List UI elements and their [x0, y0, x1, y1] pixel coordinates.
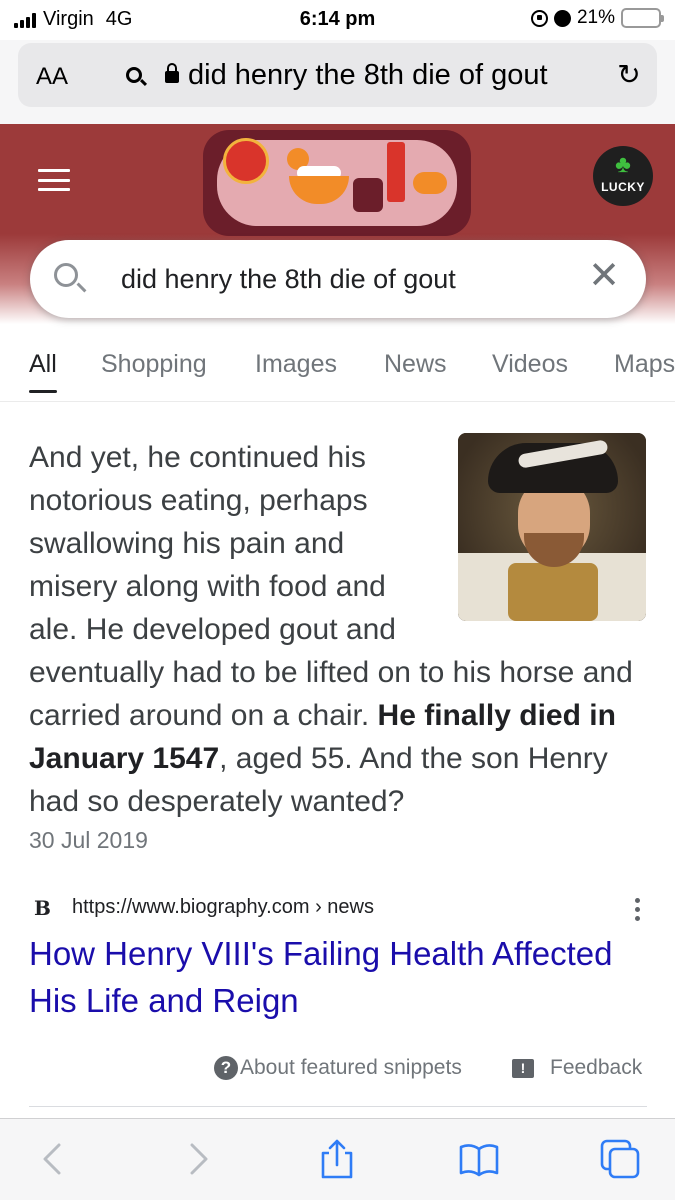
battery-percent: 21% — [576, 7, 615, 28]
tab-shopping[interactable]: Shopping — [101, 350, 207, 379]
snippet-image[interactable] — [458, 433, 646, 621]
lucky-button[interactable]: ♣ LUCKY — [593, 146, 653, 206]
share-icon[interactable] — [315, 1137, 359, 1181]
back-icon[interactable] — [32, 1137, 76, 1181]
search-icon — [126, 67, 142, 83]
tab-all[interactable]: All — [29, 350, 57, 393]
cloud-icon — [413, 172, 447, 194]
tab-news[interactable]: News — [384, 350, 447, 379]
forward-icon[interactable] — [175, 1137, 219, 1181]
site-favicon: B — [34, 896, 51, 920]
menu-icon[interactable] — [38, 169, 70, 191]
lock-icon — [165, 63, 179, 83]
orientation-lock-icon — [530, 9, 548, 27]
clear-icon[interactable]: ✕ — [586, 257, 622, 295]
lantern-icon — [223, 138, 269, 184]
status-bar: Virgin 4G 6:14 pm 21% — [0, 0, 675, 40]
tab-maps[interactable]: Maps — [614, 350, 675, 379]
feedback-icon: ! — [512, 1058, 534, 1078]
reader-aa-button[interactable]: AA — [36, 63, 68, 91]
pagoda-icon — [387, 142, 405, 202]
battery-icon — [621, 8, 664, 28]
search-query[interactable]: did henry the 8th die of gout — [121, 264, 456, 295]
help-icon: ? — [214, 1056, 238, 1080]
search-tabs: All Shopping Images News Videos Maps — [0, 338, 675, 402]
address-bar[interactable]: AA did henry the 8th die of gout ↻ — [18, 43, 657, 107]
google-search-box[interactable]: did henry the 8th die of gout ✕ — [30, 240, 646, 318]
feedback-button[interactable]: ! Feedback — [512, 1056, 642, 1080]
about-featured-snippets-link[interactable]: ? About featured snippets — [214, 1056, 462, 1080]
more-options-icon[interactable] — [635, 898, 641, 921]
snippet-date: 30 Jul 2019 — [29, 827, 148, 853]
result-source[interactable]: B https://www.biography.com › news — [29, 892, 654, 928]
address-text[interactable]: did henry the 8th die of gout — [188, 59, 548, 92]
tabs-icon[interactable] — [598, 1137, 642, 1181]
featured-snippet: And yet, he continued his notorious eati… — [29, 433, 646, 855]
status-right: 21% — [530, 7, 664, 29]
bookmarks-icon[interactable] — [457, 1137, 501, 1181]
tab-images[interactable]: Images — [255, 350, 337, 379]
tab-videos[interactable]: Videos — [492, 350, 568, 379]
clover-icon: ♣ — [615, 151, 631, 178]
about-label: About featured snippets — [240, 1056, 462, 1079]
snippet-footer: ? About featured snippets ! Feedback — [0, 1048, 675, 1088]
safari-address-area: AA did henry the 8th die of gout ↻ — [0, 40, 675, 124]
swirl-icon — [353, 178, 383, 212]
alarm-icon — [553, 9, 571, 27]
google-doodle[interactable] — [203, 130, 471, 236]
divider — [29, 1106, 647, 1107]
search-icon[interactable] — [54, 263, 78, 287]
feedback-label: Feedback — [550, 1056, 643, 1079]
result-url[interactable]: https://www.biography.com › news — [72, 896, 374, 919]
lucky-label: LUCKY — [601, 180, 645, 194]
result-title-link[interactable]: How Henry VIII's Failing Health Affected… — [29, 930, 629, 1024]
reload-icon[interactable]: ↻ — [615, 61, 643, 89]
safari-toolbar — [0, 1118, 675, 1200]
